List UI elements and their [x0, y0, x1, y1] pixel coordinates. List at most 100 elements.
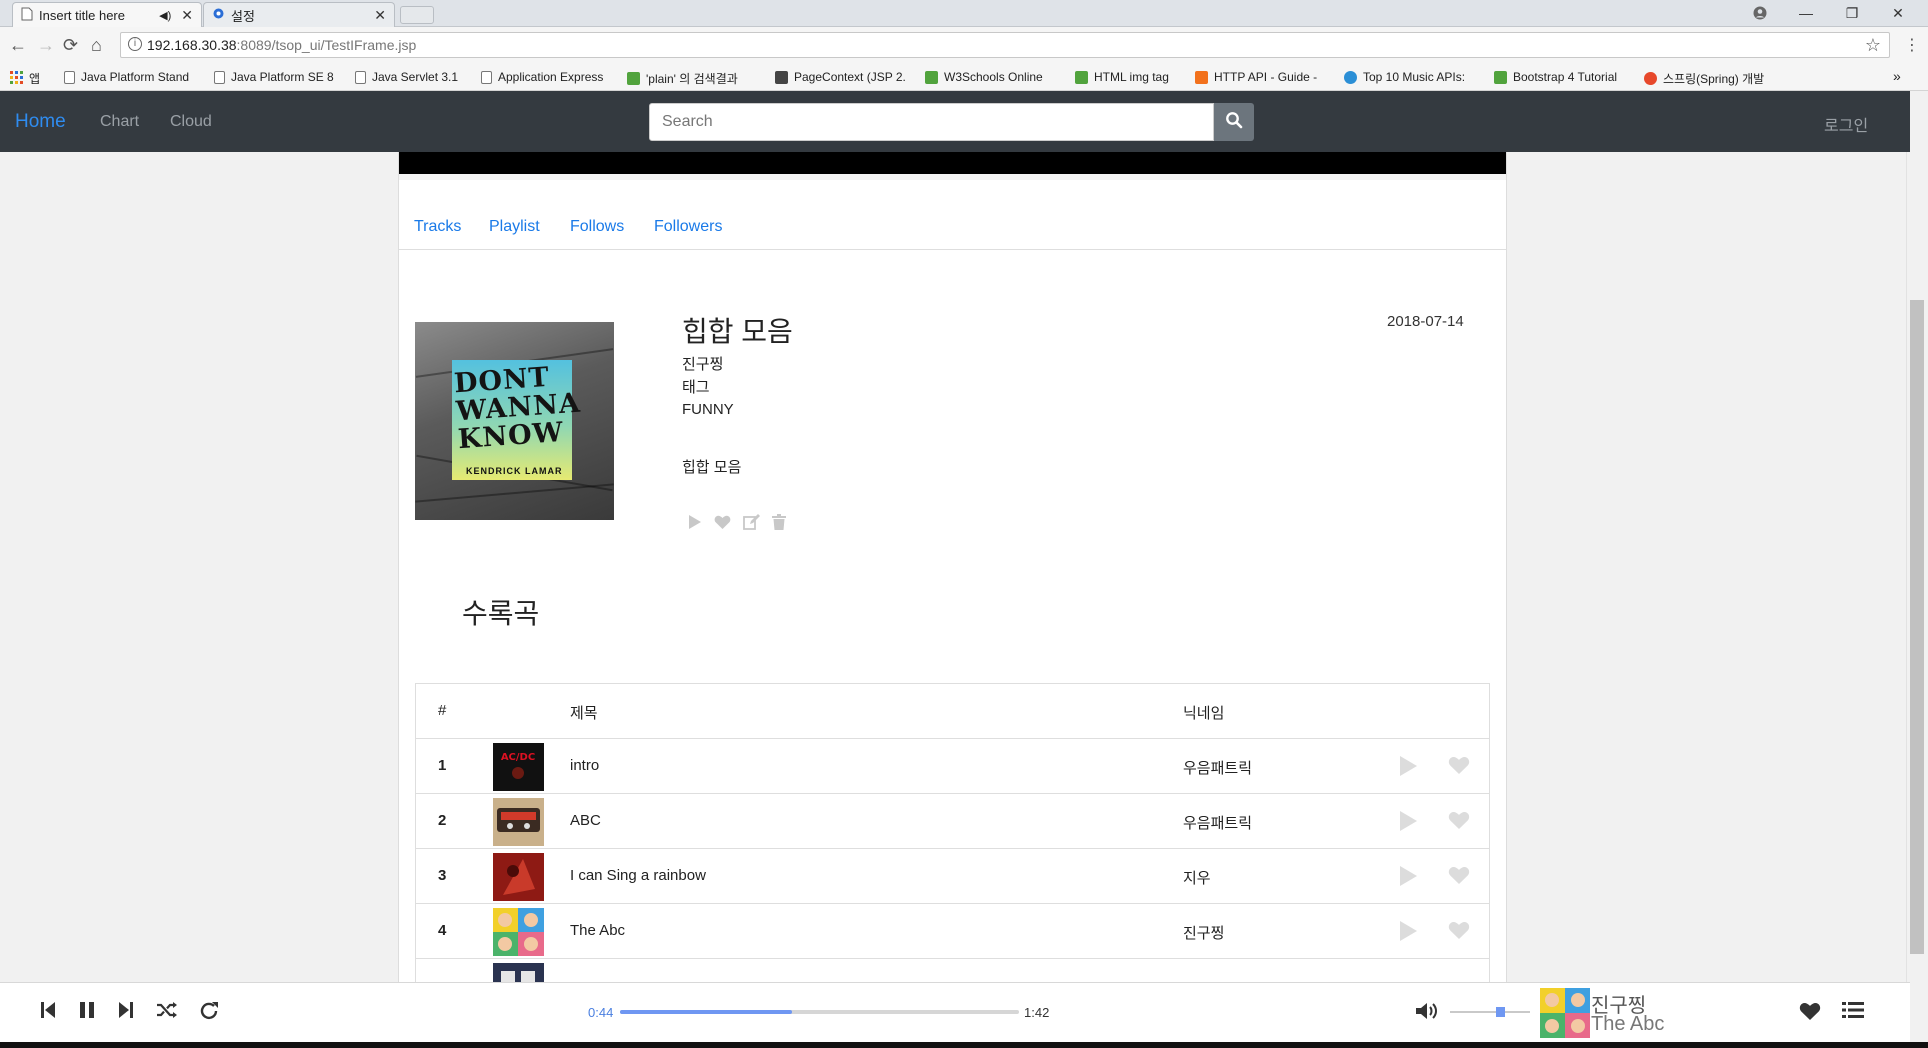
w3-icon — [1075, 70, 1088, 84]
new-tab-button[interactable] — [400, 6, 434, 24]
bookmark-apps[interactable]: 앱 — [10, 70, 40, 87]
tab-playlist[interactable]: Playlist — [489, 218, 540, 236]
track-title[interactable]: I can Sing a rainbow — [570, 867, 706, 884]
playlist-owner[interactable]: 진구찡 — [682, 353, 723, 374]
nav-cloud[interactable]: Cloud — [170, 113, 212, 131]
reload-icon[interactable]: ⟳ — [63, 35, 78, 56]
play-icon[interactable] — [1398, 810, 1418, 836]
bookmark-item[interactable]: W3Schools Online — [925, 70, 1043, 84]
volume-slider[interactable] — [1450, 1007, 1530, 1017]
nav-chart[interactable]: Chart — [100, 113, 139, 131]
cover-artwork: DONT WANNA KNOW KENDRICK LAMAR — [452, 360, 582, 480]
back-icon[interactable]: ← — [9, 35, 27, 56]
window-close-icon[interactable]: ✕ — [1875, 0, 1921, 26]
scrollbar-thumb[interactable] — [1910, 300, 1924, 954]
close-icon[interactable]: ✕ — [181, 7, 193, 24]
bookmark-label: 스프링(Spring) 개발 — [1663, 72, 1765, 86]
track-nickname[interactable]: 우음패트릭 — [1183, 812, 1252, 833]
music-player-bar: 0:44 1:42 진구찡 The Abc — [0, 982, 1910, 1042]
track-title[interactable]: intro — [570, 757, 599, 774]
table-row[interactable]: 1 AC/DC intro 우음패트릭 — [416, 739, 1489, 794]
nav-home[interactable]: Home — [15, 111, 66, 133]
bookmark-item[interactable]: Java Platform SE 8 — [214, 70, 334, 84]
next-icon[interactable] — [118, 1001, 134, 1024]
playlist-queue-icon[interactable] — [1842, 1001, 1864, 1024]
bookmark-item[interactable]: Top 10 Music APIs: — [1344, 70, 1465, 84]
progress-bar[interactable] — [620, 1010, 1019, 1014]
volume-icon[interactable] — [1415, 1001, 1439, 1026]
bookmark-item[interactable]: PageContext (JSP 2. — [775, 70, 906, 84]
bookmark-item[interactable]: HTTP API - Guide - — [1195, 70, 1317, 84]
repeat-icon[interactable] — [199, 1001, 221, 1026]
playlist-description: 힙합 모음 — [682, 459, 742, 476]
track-thumbnail — [493, 798, 544, 846]
bookmark-item[interactable]: 스프링(Spring) 개발 — [1644, 70, 1764, 87]
profile-banner — [399, 152, 1506, 174]
tab-tracks[interactable]: Tracks — [414, 218, 461, 236]
tab-followers[interactable]: Followers — [654, 218, 722, 236]
header-nickname: 닉네임 — [1183, 705, 1225, 722]
bookmarks-bar: 앱 Java Platform Stand Java Platform SE 8… — [0, 63, 1928, 91]
restore-icon[interactable]: ❐ — [1829, 0, 1875, 26]
heart-icon[interactable] — [1448, 920, 1470, 944]
page-icon — [214, 70, 225, 84]
forward-icon[interactable]: → — [37, 35, 55, 56]
search-button[interactable] — [1214, 103, 1254, 141]
banner-divider — [399, 174, 1506, 180]
bookmark-item[interactable]: 'plain' 의 검색결과 — [627, 70, 738, 87]
track-title[interactable]: The Abc — [570, 922, 625, 939]
table-row[interactable]: 3 I can Sing a rainbow 지우 — [416, 849, 1489, 904]
menu-icon[interactable]: ⋮ — [1904, 35, 1920, 55]
close-icon[interactable]: ✕ — [374, 7, 386, 24]
minimize-icon[interactable]: — — [1783, 0, 1829, 26]
browser-tab-1[interactable]: Insert title here ◀) ✕ — [12, 2, 202, 27]
playlist-tag[interactable]: FUNNY — [682, 401, 734, 418]
heart-icon[interactable] — [714, 514, 731, 535]
home-icon[interactable]: ⌂ — [91, 35, 102, 56]
track-nickname[interactable]: 우음패트릭 — [1183, 757, 1252, 778]
browser-tab-2[interactable]: 설정 ✕ — [203, 2, 395, 27]
play-icon[interactable] — [686, 514, 702, 535]
heart-icon[interactable] — [1448, 755, 1470, 779]
heart-icon[interactable] — [1799, 1001, 1821, 1026]
track-thumbnail: AC/DC — [493, 743, 544, 791]
bookmark-item[interactable]: Application Express — [481, 70, 603, 84]
login-link[interactable]: 로그인 — [1824, 112, 1868, 136]
heart-icon[interactable] — [1448, 865, 1470, 889]
play-icon[interactable] — [1398, 865, 1418, 891]
star-icon[interactable]: ☆ — [1865, 35, 1881, 56]
info-icon[interactable]: i — [128, 37, 142, 51]
profile-icon[interactable] — [1737, 0, 1783, 26]
track-nickname[interactable]: 지우 — [1183, 867, 1211, 888]
track-title[interactable]: ABC — [570, 812, 601, 829]
cover-title: DONT WANNA KNOW — [453, 361, 582, 456]
trash-icon[interactable] — [772, 514, 786, 535]
edit-icon[interactable] — [743, 514, 760, 535]
search-input[interactable] — [649, 103, 1214, 141]
shuffle-icon[interactable] — [156, 1001, 178, 1024]
table-row[interactable] — [416, 959, 1489, 982]
url-field[interactable]: i 192.168.30.38:8089/tsop_ui/TestIFrame.… — [120, 32, 1890, 58]
heart-icon[interactable] — [1448, 810, 1470, 834]
track-nickname[interactable]: 진구찡 — [1183, 922, 1224, 943]
more-bookmarks-button[interactable]: » — [1893, 68, 1901, 84]
previous-icon[interactable] — [40, 1001, 56, 1024]
tab-follows[interactable]: Follows — [570, 218, 624, 236]
bookmark-item[interactable]: Java Platform Stand — [64, 70, 189, 84]
table-row[interactable]: 4 The Abc 진구찡 — [416, 904, 1489, 959]
progress-fill — [620, 1010, 792, 1014]
track-table: # 제목 닉네임 1 AC/DC intro 우음패트릭 2 ABC 우음패트릭 — [415, 683, 1490, 982]
playlist-cover-image: DONT WANNA KNOW KENDRICK LAMAR — [415, 322, 614, 520]
soundcloud-icon — [1195, 70, 1208, 84]
now-playing-title[interactable]: The Abc — [1591, 1013, 1664, 1036]
volume-handle[interactable] — [1496, 1007, 1506, 1017]
play-icon[interactable] — [1398, 920, 1418, 946]
bookmark-item[interactable]: Bootstrap 4 Tutorial — [1494, 70, 1617, 84]
table-row[interactable]: 2 ABC 우음패트릭 — [416, 794, 1489, 849]
os-taskbar — [0, 1042, 1928, 1048]
bookmark-item[interactable]: Java Servlet 3.1 — [355, 70, 458, 84]
bookmark-item[interactable]: HTML img tag — [1075, 70, 1169, 84]
page-scrollbar[interactable] — [1906, 152, 1928, 982]
pause-icon[interactable] — [78, 1001, 96, 1024]
play-icon[interactable] — [1398, 755, 1418, 781]
